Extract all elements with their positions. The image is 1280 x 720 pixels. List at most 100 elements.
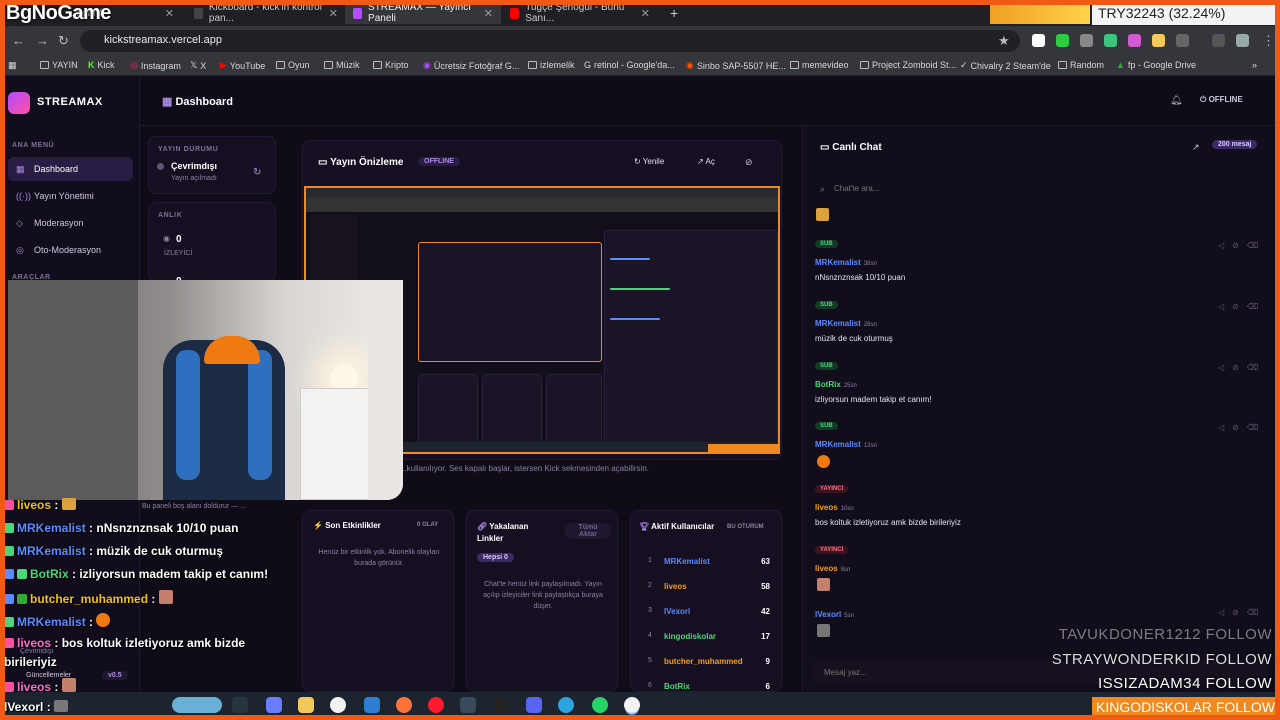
refresh-icon[interactable]: ↻ xyxy=(253,167,261,178)
bookmark-sinbo[interactable]: ◉ Sinbo SAP-5507 HE... xyxy=(686,60,786,71)
bookmark-memevideo[interactable]: memevideo xyxy=(790,60,849,70)
sidebar-item-oto-moderasyon[interactable]: ◎ Oto-Moderasyon xyxy=(8,238,133,262)
caught-links-title: 🔗︎ Yakalanan Linkler xyxy=(477,521,547,545)
message-actions[interactable]: ◁⊘⌫ xyxy=(1218,423,1266,432)
sidebar-item-dashboard[interactable]: ▦ Dashboard xyxy=(8,157,133,181)
extension-icon[interactable] xyxy=(1128,34,1141,47)
tab-youtube[interactable]: Tuğçe Şenoğul - Bunu Sanı... ✕ xyxy=(502,2,658,24)
obs-icon[interactable] xyxy=(460,697,476,713)
sidebar-section-main: ANA MENÜ xyxy=(12,142,55,149)
bookmark-star-icon[interactable]: ★ xyxy=(998,33,1010,49)
preview-nested-addressbar xyxy=(306,198,778,212)
chrome-active-icon[interactable] xyxy=(624,697,640,713)
close-icon[interactable]: ✕ xyxy=(641,7,650,20)
open-button[interactable]: ↗ Aç xyxy=(697,157,715,166)
page-header xyxy=(140,76,1280,126)
bookmark-youtube[interactable]: ▶ YouTube xyxy=(220,60,265,71)
export-all-button[interactable]: Tümü Aktar xyxy=(565,523,611,539)
telegram-icon[interactable] xyxy=(558,697,574,713)
leaderboard-row[interactable]: 1 MRKemalist 63 xyxy=(640,557,770,566)
close-icon[interactable]: ✕ xyxy=(329,7,338,20)
message-actions[interactable]: ◁⊘⌫ xyxy=(1218,363,1266,372)
bookmark-kripto[interactable]: Kripto xyxy=(373,60,409,70)
bookmark-izlemelik[interactable]: izlemelik xyxy=(528,60,575,70)
drive-icon: ▲ xyxy=(1116,60,1125,70)
chat-username[interactable]: BotRix 25sn xyxy=(815,380,857,389)
bookmark-instagram[interactable]: ◎ Instagram xyxy=(130,60,181,71)
overlay-user: lVexorl xyxy=(4,700,44,714)
chat-username[interactable]: MRKemalist 38sn xyxy=(815,258,877,267)
sidebar-item-moderasyon[interactable]: ◇ Moderasyon xyxy=(8,211,133,235)
chat-username[interactable]: liveos 8sn xyxy=(815,564,850,573)
overlay-chat-line: MRKemalist : nNsnznznsak 10/10 puan xyxy=(4,521,238,535)
leaderboard-row[interactable]: 5 butcher_muhammed 9 xyxy=(640,657,770,666)
message-actions[interactable]: ◁⊘⌫ xyxy=(1218,241,1266,250)
bookmark-random[interactable]: Random xyxy=(1058,60,1104,70)
bookmark-retinol[interactable]: Gretinol - Google'da... xyxy=(584,60,675,70)
chat-username[interactable]: MRKemalist 28sn xyxy=(815,319,877,328)
bookmark-kick[interactable]: K Kick xyxy=(88,60,115,70)
bookmark-oyun[interactable]: Oyun xyxy=(276,60,310,70)
emote-icon xyxy=(61,498,76,510)
username: butcher_muhammed xyxy=(664,657,743,666)
message-actions[interactable]: ◁⊘⌫ xyxy=(1218,302,1266,311)
back-icon[interactable]: ← xyxy=(12,33,25,48)
page-title-text: Dashboard xyxy=(175,96,233,108)
filter-all-chip[interactable]: Hepsi 0 xyxy=(477,553,514,562)
extension-icon[interactable] xyxy=(1056,34,1069,47)
follower-name: ISSIZADAM34 xyxy=(1097,675,1201,692)
extension-icon[interactable] xyxy=(1032,34,1045,47)
copilot-icon[interactable] xyxy=(266,697,282,713)
profile-avatar[interactable] xyxy=(1236,34,1249,47)
leaderboard-row[interactable]: 6 BotRix 6 xyxy=(640,682,770,691)
chat-username[interactable]: liveos 10sn xyxy=(815,503,854,512)
hide-preview-icon[interactable]: ⊘ xyxy=(745,157,753,168)
chat-username[interactable]: MRKemalist 12sn xyxy=(815,440,877,449)
discord-icon[interactable] xyxy=(526,697,542,713)
bookmark-zomboid[interactable]: Project Zomboid St... xyxy=(860,60,956,70)
message-actions[interactable]: ◁⊘⌫ xyxy=(1218,608,1266,617)
bookmark-drive[interactable]: ▲ fp - Google Drive xyxy=(1116,60,1196,70)
task-view-icon[interactable] xyxy=(232,697,248,713)
firefox-icon[interactable] xyxy=(396,697,412,713)
reload-icon[interactable]: ↻ xyxy=(58,33,69,49)
tab-streamax[interactable]: STREAMAX — Yayıncı Paneli ✕ xyxy=(345,2,501,24)
bookmark-chivalry[interactable]: ✓ Chivalry 2 Steam'de xyxy=(960,60,1051,71)
forward-icon[interactable]: → xyxy=(36,33,49,48)
whatsapp-icon[interactable] xyxy=(592,697,608,713)
bell-icon[interactable]: 🔔︎ xyxy=(1170,95,1183,106)
new-tab-button[interactable]: + xyxy=(662,2,682,24)
menu-kebab-icon[interactable]: ⋮ xyxy=(1262,33,1275,49)
close-icon[interactable]: ✕ xyxy=(165,7,174,20)
bookmarks-overflow-icon[interactable]: » xyxy=(1252,60,1257,70)
file-explorer-icon[interactable] xyxy=(298,697,314,713)
close-icon[interactable]: ✕ xyxy=(484,7,493,20)
apps-grid-icon[interactable]: ▦ xyxy=(8,60,17,71)
sidebar-item-yayin-yonetimi[interactable]: ((·)) Yayın Yönetimi xyxy=(8,184,133,208)
extension-icon[interactable] xyxy=(1104,34,1117,47)
media-icon[interactable] xyxy=(1212,34,1225,47)
taskbar-weather-icon[interactable] xyxy=(172,697,222,713)
app-icon[interactable] xyxy=(494,697,510,713)
preview-nested-card xyxy=(418,374,478,444)
leaderboard-row[interactable]: 3 lVexorl 42 xyxy=(640,607,770,616)
bookmark-muzik[interactable]: Müzik xyxy=(324,60,360,70)
refresh-button[interactable]: ↻ Yenile xyxy=(634,157,664,166)
outlook-icon[interactable] xyxy=(364,697,380,713)
url-input[interactable]: kickstreamax.vercel.app xyxy=(80,30,1020,52)
extension-icon[interactable] xyxy=(1080,34,1093,47)
popout-icon[interactable]: ↗ xyxy=(1192,142,1200,153)
chrome-icon[interactable] xyxy=(330,697,346,713)
tab-kickboard-2[interactable]: Kickboard - kick'in kontrol pan... ✕ xyxy=(186,2,346,24)
extension-icon[interactable] xyxy=(1152,34,1165,47)
opera-icon[interactable] xyxy=(428,697,444,713)
bookmark-fotograf[interactable]: ◉ Ücretsiz Fotoğraf G... xyxy=(423,60,519,71)
chat-username[interactable]: lVexorl 5sn xyxy=(815,610,854,619)
bookmark-yayin[interactable]: YAYIN xyxy=(40,60,78,70)
leaderboard-row[interactable]: 4 kingodiskolar 17 xyxy=(640,632,770,641)
bookmark-x[interactable]: 𝕏X xyxy=(190,60,206,71)
badge-icon xyxy=(4,682,14,692)
extensions-puzzle-icon[interactable] xyxy=(1176,34,1189,47)
leaderboard-row[interactable]: 2 liveos 58 xyxy=(640,582,770,591)
chat-search-input[interactable] xyxy=(812,178,1264,198)
